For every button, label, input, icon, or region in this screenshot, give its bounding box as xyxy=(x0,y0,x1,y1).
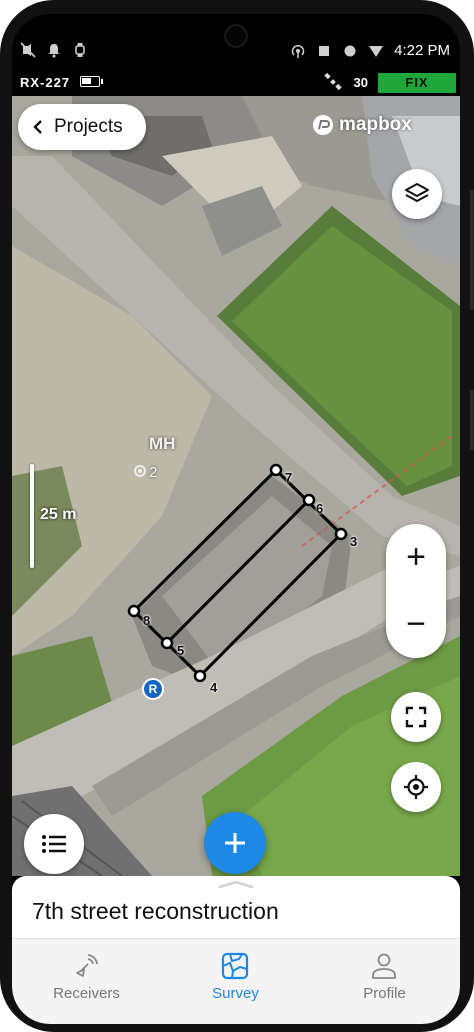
satellite-count: 30 xyxy=(353,75,368,90)
map-view[interactable]: 7 6 3 4 5 8 MH 2 R Projects mapbox 25 m … xyxy=(12,96,460,876)
reference-marker[interactable]: R xyxy=(142,678,164,700)
layers-button[interactable] xyxy=(392,169,442,219)
tab-receivers-label: Receivers xyxy=(53,985,120,1002)
square-icon xyxy=(319,45,330,56)
bottom-tab-bar: Receivers Survey Profile xyxy=(12,938,460,1024)
fix-status-badge: FIX xyxy=(378,73,456,93)
list-icon xyxy=(42,835,66,853)
scale-label: 25 m xyxy=(40,506,77,523)
point-label: 7 xyxy=(285,470,293,485)
manhole-number: 2 xyxy=(149,464,158,481)
survey-point-3[interactable] xyxy=(334,527,348,541)
satellite-icon xyxy=(324,73,342,91)
project-sheet[interactable]: 7th street reconstruction xyxy=(12,876,460,938)
receiver-icon xyxy=(76,954,98,977)
manhole-label: MH xyxy=(149,434,176,453)
power-button xyxy=(470,390,474,450)
crosshair-icon xyxy=(404,775,428,799)
tab-profile-label: Profile xyxy=(363,985,406,1002)
chevron-left-icon xyxy=(33,120,42,134)
volume-button xyxy=(470,190,474,310)
point-label: 5 xyxy=(177,643,185,658)
survey-point-8[interactable] xyxy=(127,604,141,618)
survey-polygon xyxy=(127,463,348,683)
fit-bounds-button[interactable] xyxy=(391,692,441,742)
front-camera xyxy=(224,24,248,48)
survey-icon xyxy=(221,952,249,980)
point-label: 6 xyxy=(316,501,324,516)
survey-point-7[interactable] xyxy=(269,463,283,477)
hotspot-icon xyxy=(291,44,305,58)
scale-line xyxy=(30,464,34,568)
phone-frame: 4:22 PM RX-227 30 FIX 7 6 3 4 5 8 MH 2 R… xyxy=(0,0,474,1032)
circle-icon xyxy=(344,45,356,56)
scale-bar: 25 m xyxy=(30,464,76,568)
battery-icon xyxy=(80,76,103,87)
clock: 4:22 PM xyxy=(394,42,450,59)
survey-point-6[interactable] xyxy=(302,493,316,507)
tab-survey[interactable]: Survey xyxy=(161,939,310,1024)
tab-receivers[interactable]: Receivers xyxy=(12,939,161,1024)
mapbox-logo: mapbox xyxy=(312,114,412,136)
back-to-projects-button[interactable]: Projects xyxy=(18,104,146,150)
mapbox-icon xyxy=(313,115,333,135)
receiver-bar: RX-227 30 FIX xyxy=(12,70,460,96)
mapbox-text: mapbox xyxy=(339,114,412,135)
locate-me-button[interactable] xyxy=(391,762,441,812)
point-label: 3 xyxy=(350,534,358,549)
add-point-button[interactable] xyxy=(204,812,266,874)
zoom-out-button[interactable]: − xyxy=(386,591,446,658)
fullscreen-icon xyxy=(405,706,427,728)
screen: 4:22 PM RX-227 30 FIX 7 6 3 4 5 8 MH 2 R… xyxy=(12,14,460,1024)
receiver-name: RX-227 xyxy=(20,75,71,90)
layers-icon xyxy=(405,183,429,202)
survey-point-5[interactable] xyxy=(160,636,174,650)
bell-icon xyxy=(48,44,60,58)
wifi-triangle-icon xyxy=(369,45,384,57)
manhole-icon[interactable] xyxy=(133,464,147,478)
watch-icon xyxy=(75,43,85,57)
zoom-controls: + − xyxy=(386,524,446,658)
sheet-handle-icon[interactable] xyxy=(218,880,254,888)
point-list-button[interactable] xyxy=(24,814,84,874)
plus-icon xyxy=(225,833,245,853)
project-title: 7th street reconstruction xyxy=(32,898,279,924)
tab-profile[interactable]: Profile xyxy=(310,939,459,1024)
zoom-in-button[interactable]: + xyxy=(386,524,446,591)
profile-icon xyxy=(372,953,396,979)
mute-icon xyxy=(20,42,36,58)
back-label: Projects xyxy=(54,116,123,137)
survey-point-4[interactable] xyxy=(193,669,207,683)
point-label: 4 xyxy=(210,680,218,695)
tab-survey-label: Survey xyxy=(212,985,259,1002)
point-label: 8 xyxy=(143,613,151,628)
